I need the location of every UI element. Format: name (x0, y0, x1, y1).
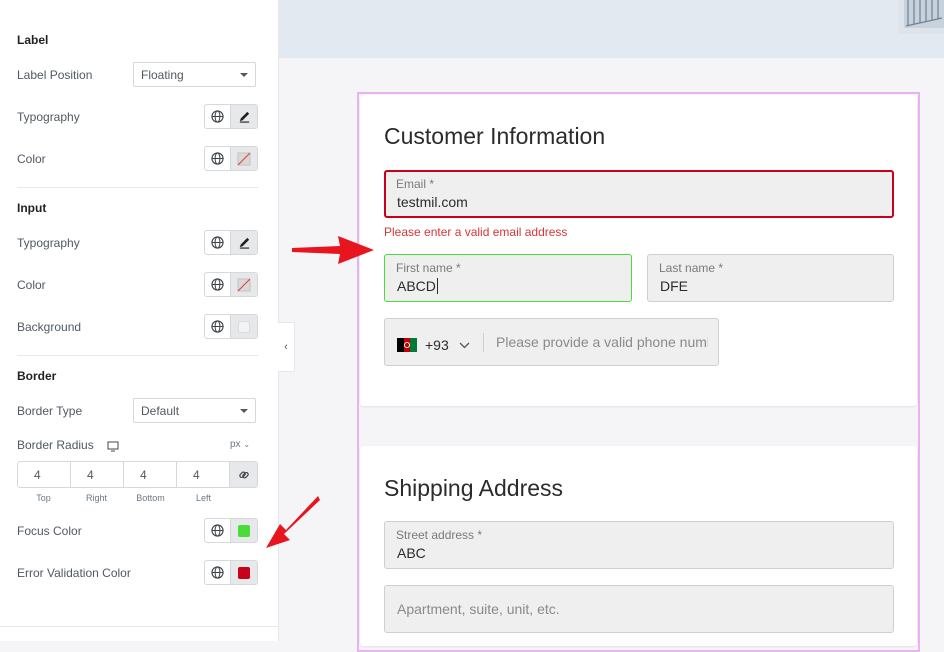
globe-icon[interactable] (205, 519, 230, 542)
globe-icon[interactable] (205, 147, 230, 170)
radius-left-caption: Left (195, 493, 211, 503)
pencil-icon[interactable] (230, 231, 257, 254)
phone-divider (483, 333, 484, 352)
last-name-field[interactable]: Last name * DFE (647, 254, 894, 302)
input-background-control (204, 314, 258, 339)
shipping-address-title: Shipping Address (384, 475, 564, 501)
section-divider (17, 355, 258, 356)
input-typography-control (204, 230, 258, 255)
chevron-down-icon (240, 73, 248, 77)
focus-color-control (204, 518, 258, 543)
label-position-label: Label Position (17, 68, 93, 82)
error-color-label: Error Validation Color (17, 566, 131, 580)
error-color-swatch[interactable] (230, 561, 257, 584)
email-label: Email * (396, 177, 435, 191)
radius-top-caption: Top (36, 493, 51, 503)
globe-icon[interactable] (205, 273, 230, 296)
link-icon[interactable] (230, 462, 257, 487)
focus-color-label: Focus Color (17, 524, 82, 538)
label-color-label: Color (17, 152, 46, 166)
street-address-label: Street address * (396, 528, 483, 542)
radius-left-input[interactable]: 4 (177, 462, 230, 487)
border-type-label: Border Type (17, 404, 83, 418)
settings-panel: Label Label Position Floating Typography… (0, 0, 279, 641)
first-name-field[interactable]: First name * ABCD (384, 254, 632, 302)
globe-icon[interactable] (205, 315, 230, 338)
banner-image (898, 0, 944, 34)
chevron-down-icon: ⌄ (243, 440, 251, 449)
radius-right-caption: Right (85, 493, 107, 503)
last-name-value: DFE (660, 278, 688, 294)
radius-bottom-input[interactable]: 4 (124, 462, 177, 487)
chevron-left-icon: ‹ (284, 341, 288, 353)
border-radius-label: Border Radius (17, 438, 94, 452)
no-color-swatch-icon[interactable] (230, 273, 257, 296)
units-select[interactable]: px ⌄ (230, 439, 250, 450)
phone-placeholder: Please provide a valid phone numl (496, 334, 708, 350)
border-type-value: Default (141, 404, 180, 418)
country-code-value: +93 (425, 337, 449, 353)
street-address-value: ABC (397, 545, 426, 561)
first-name-label: First name * (396, 261, 461, 275)
input-color-control (204, 272, 258, 297)
phone-field[interactable]: +93 Please provide a valid phone numl (384, 318, 719, 366)
street-address-field[interactable]: Street address * ABC (384, 521, 894, 569)
first-name-value: ABCD (397, 278, 438, 294)
border-section-title: Border (17, 369, 57, 383)
pencil-icon[interactable] (230, 105, 257, 128)
apartment-placeholder: Apartment, suite, unit, etc. (397, 601, 560, 617)
radius-top-input[interactable]: 4 (18, 462, 71, 487)
annotation-arrow-down-left (266, 496, 320, 548)
label-position-select[interactable]: Floating (133, 62, 256, 87)
country-code-select[interactable]: +93 (397, 336, 470, 354)
label-section-title: Label (17, 33, 49, 47)
customer-info-title: Customer Information (384, 123, 606, 149)
radius-right-input[interactable]: 4 (71, 462, 124, 487)
radius-bottom-caption: Bottom (136, 493, 165, 503)
chevron-down-icon (240, 409, 248, 413)
panel-footer-divider (0, 626, 278, 627)
header-banner (279, 0, 944, 58)
section-divider (17, 187, 258, 188)
email-error-message: Please enter a valid email address (384, 225, 568, 239)
border-radius-inputs: 4 4 4 4 (17, 461, 258, 488)
apartment-field[interactable]: Apartment, suite, unit, etc. (384, 585, 894, 633)
input-typography-label: Typography (17, 236, 80, 250)
globe-icon[interactable] (205, 561, 230, 584)
last-name-label: Last name * (659, 261, 724, 275)
collapse-panel-button[interactable]: ‹ (278, 322, 295, 372)
input-section-title: Input (17, 201, 47, 215)
email-field[interactable]: Email * testmil.com (384, 170, 894, 218)
background-swatch[interactable] (230, 315, 257, 338)
error-color-control (204, 560, 258, 585)
border-type-select[interactable]: Default (133, 398, 256, 423)
label-typography-control (204, 104, 258, 129)
globe-icon[interactable] (205, 105, 230, 128)
desktop-icon[interactable] (107, 439, 119, 457)
label-color-control (204, 146, 258, 171)
annotation-arrow-right (292, 236, 374, 264)
label-position-value: Floating (141, 68, 184, 82)
radius-unit: px (230, 439, 241, 450)
afghanistan-flag-icon (397, 338, 417, 352)
chevron-down-icon (459, 336, 470, 354)
no-color-swatch-icon[interactable] (230, 147, 257, 170)
label-typography-label: Typography (17, 110, 80, 124)
input-background-label: Background (17, 320, 82, 334)
globe-icon[interactable] (205, 231, 230, 254)
email-value: testmil.com (397, 194, 468, 210)
input-color-label: Color (17, 278, 46, 292)
focus-color-swatch[interactable] (230, 519, 257, 542)
